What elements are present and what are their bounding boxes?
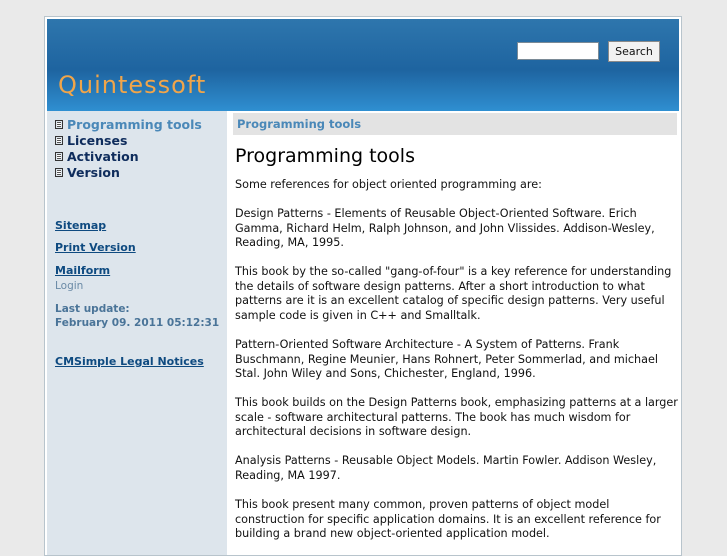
paragraph: Analysis Patterns - Reusable Object Mode… — [235, 454, 657, 482]
menu-item-version[interactable]: Version — [55, 165, 202, 181]
search-button[interactable]: Search — [608, 41, 660, 62]
menu-item-label[interactable]: Version — [67, 165, 120, 180]
print-version-link[interactable]: Print Version — [55, 241, 136, 254]
login-link[interactable]: Login — [55, 280, 83, 292]
paragraph: This book by the so-called "gang-of-four… — [235, 265, 672, 323]
site-title: Quintessoft — [58, 71, 207, 99]
menu-item-programming-tools[interactable]: Programming tools — [55, 117, 202, 133]
document-icon — [55, 152, 63, 161]
search-input[interactable] — [517, 42, 599, 60]
nav-menu: Programming tools Licenses Activation Ve… — [55, 117, 202, 181]
paragraph: This book present many common, proven pa… — [235, 498, 661, 541]
sidebar: Programming tools Licenses Activation Ve… — [47, 111, 227, 555]
last-update-label: Last update: — [55, 303, 130, 315]
menu-item-label[interactable]: Licenses — [67, 133, 127, 148]
paragraph: This book builds on the Design Patterns … — [235, 396, 678, 439]
last-update: Last update: February 09. 2011 05:12:31 — [55, 302, 219, 330]
page-title: Programming tools — [235, 145, 415, 167]
document-icon — [55, 120, 63, 129]
menu-item-label[interactable]: Programming tools — [67, 117, 202, 132]
sitemap-link[interactable]: Sitemap — [55, 219, 106, 232]
breadcrumb: Programming tools — [233, 113, 677, 135]
last-update-value: February 09. 2011 05:12:31 — [55, 317, 220, 329]
paragraph: Pattern-Oriented Software Architecture -… — [235, 338, 658, 381]
paragraph: Design Patterns - Elements of Reusable O… — [235, 207, 655, 250]
mailform-link[interactable]: Mailform — [55, 264, 110, 277]
menu-item-activation[interactable]: Activation — [55, 149, 202, 165]
document-icon — [55, 136, 63, 145]
document-icon — [55, 168, 63, 177]
legal-notices-link[interactable]: CMSimple Legal Notices — [55, 355, 204, 368]
site-header: Search Quintessoft — [47, 19, 679, 111]
menu-item-label[interactable]: Activation — [67, 149, 139, 164]
page-container: Search Quintessoft Programming tools Lic… — [44, 16, 682, 556]
paragraph: Some references for object oriented prog… — [235, 178, 542, 191]
menu-item-licenses[interactable]: Licenses — [55, 133, 202, 149]
